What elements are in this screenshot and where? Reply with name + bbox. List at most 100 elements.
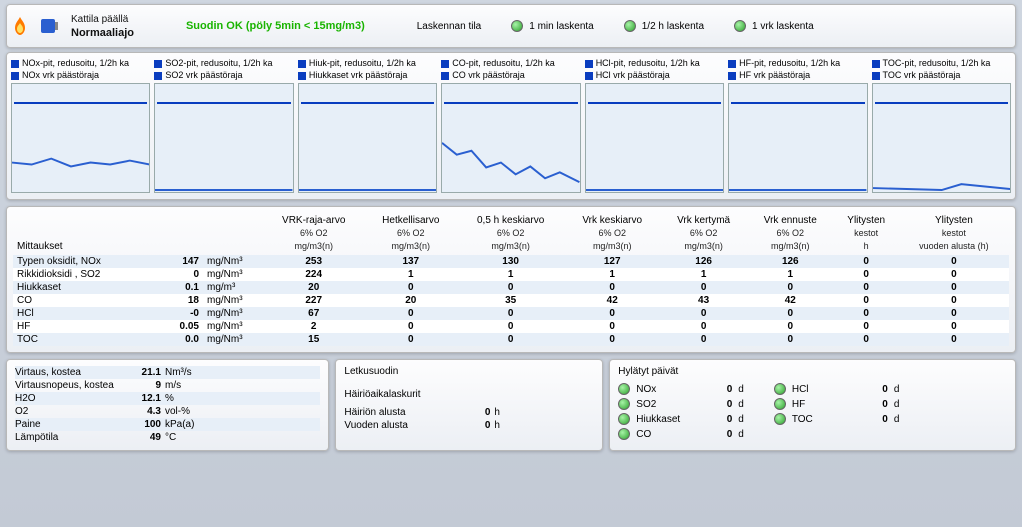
cell-value: 0 [899,294,1009,307]
fault-since-unit: h [494,407,500,418]
status-dot-icon [511,20,523,32]
cell-value: 0 [660,320,747,333]
chart-legend: HF-pit, redusoitu, 1/2h kaHF vrk päästör… [728,57,867,81]
rejected-item: Hiukkaset0d [618,413,744,425]
chart-area[interactable] [872,83,1011,193]
rejected-unit: d [738,384,744,395]
rejected-name: HF [792,399,852,410]
cell-value: 1 [457,268,564,281]
cell-value: 1 [747,268,834,281]
flow-unit: m/s [165,380,181,391]
fault-year-value: 0 [454,420,494,431]
rejected-item: TOC0d [774,413,900,425]
rejected-value: 0 [702,399,732,410]
flow-row: Lämpötila49°C [15,431,320,444]
cell-value: 1 [660,268,747,281]
cell-value: 0 [457,333,564,346]
cell-value: 0 [834,307,899,320]
chart-area[interactable] [154,83,293,193]
status-dot-icon [774,383,786,395]
chart-area[interactable] [441,83,580,193]
rejected-value: 0 [858,399,888,410]
cell-value: 20 [263,281,364,294]
chart-legend: HCl-pit, redusoitu, 1/2h kaHCl vrk pääst… [585,57,724,81]
meas-unit: mg/Nm³ [203,255,263,268]
trend-chart: HF-pit, redusoitu, 1/2h kaHF vrk päästör… [728,57,867,193]
rejected-item: HF0d [774,398,900,410]
fault-since-label: Häiriön alusta [344,407,454,418]
mode-label: Normaaliajo [71,27,134,39]
chart-area[interactable] [585,83,724,193]
meas-unit: mg/Nm³ [203,320,263,333]
calc-1day-label: 1 vrk laskenta [752,21,814,32]
table-row: TOC0.0mg/Nm³150000000 [13,333,1009,346]
meas-unit: mg/Nm³ [203,333,263,346]
cell-value: 1 [564,268,660,281]
flow-row: O24.3vol-% [15,405,320,418]
rejected-title: Hylätyt päivät [618,366,1007,377]
rejected-item: HCl0d [774,383,900,395]
calc-1min: 1 min laskenta [511,20,593,32]
cell-value: 0 [834,294,899,307]
status-dot-icon [734,20,746,32]
chart-area[interactable] [728,83,867,193]
cell-value: 0 [834,320,899,333]
flow-label: O2 [15,406,125,417]
meas-unit: mg/Nm³ [203,294,263,307]
fault-year-unit: h [494,420,500,431]
cell-value: 126 [747,255,834,268]
calc-1day: 1 vrk laskenta [734,20,814,32]
cell-value: 0 [660,333,747,346]
status-dot-icon [774,413,786,425]
col-vrk-limit: VRK-raja-arvo6% O2mg/m3(n) [263,213,364,255]
cell-value: 227 [263,294,364,307]
cell-value: 224 [263,268,364,281]
param-name: HCl [13,307,143,320]
cell-value: 0 [899,268,1009,281]
meas-value: 0.0 [143,333,203,346]
flow-unit: °C [165,432,176,443]
rejected-item: CO0d [618,428,744,440]
param-name: Typen oksidit, NOx [13,255,143,268]
bottom-panels: Virtaus, kostea21.1Nm³/sVirtausnopeus, k… [6,359,1016,451]
cell-value: 126 [660,255,747,268]
cell-value: 0 [564,281,660,294]
bagfilter-panel: Letkusuodin Häiriöaikalaskurit Häiriön a… [335,359,603,451]
table-row: Rikkidioksidi , SO20mg/Nm³2241111100 [13,268,1009,281]
col-exceed-year: Ylitystenkestotvuoden alusta (h) [899,213,1009,255]
table-row: Typen oksidit, NOx147mg/Nm³2531371301271… [13,255,1009,268]
status-dot-icon [624,20,636,32]
chart-legend: SO2-pit, redusoitu, 1/2h kaSO2 vrk pääst… [154,57,293,81]
boiler-status: Kattila päällä Normaaliajo [71,14,134,39]
status-dot-icon [618,383,630,395]
rejected-value: 0 [858,384,888,395]
status-dot-icon [618,413,630,425]
cell-value: 20 [364,294,457,307]
rejected-name: SO2 [636,399,696,410]
flame-icon [13,17,27,35]
chart-area[interactable] [11,83,150,193]
param-name: Rikkidioksidi , SO2 [13,268,143,281]
flow-label: Paine [15,419,125,430]
flow-label: H2O [15,393,125,404]
col-exceed-h: Ylitystenkestoth [834,213,899,255]
cell-value: 0 [457,320,564,333]
table-row: HF0.05mg/Nm³20000000 [13,320,1009,333]
col-day-accum: Vrk kertymä6% O2mg/m3(n) [660,213,747,255]
calc-status-title: Laskennan tila [417,21,482,32]
flow-row: Paine100kPa(a) [15,418,320,431]
cell-value: 0 [899,281,1009,294]
flow-row: Virtaus, kostea21.1Nm³/s [15,366,320,379]
rejected-unit: d [894,384,900,395]
col-day-forecast: Vrk ennuste6% O2mg/m3(n) [747,213,834,255]
col-30min-avg: 0,5 h keskiarvo6% O2mg/m3(n) [457,213,564,255]
col-instant: Hetkellisarvo6% O2mg/m3(n) [364,213,457,255]
trend-chart: HCl-pit, redusoitu, 1/2h kaHCl vrk pääst… [585,57,724,193]
cell-value: 0 [660,281,747,294]
table-row: HCl-0mg/Nm³670000000 [13,307,1009,320]
emission-table-panel: Mittaukset VRK-raja-arvo6% O2mg/m3(n) He… [6,206,1016,353]
flow-unit: kPa(a) [165,419,194,430]
fault-year-label: Vuoden alusta [344,420,454,431]
trend-chart: TOC-pit, redusoitu, 1/2h kaTOC vrk pääst… [872,57,1011,193]
chart-area[interactable] [298,83,437,193]
